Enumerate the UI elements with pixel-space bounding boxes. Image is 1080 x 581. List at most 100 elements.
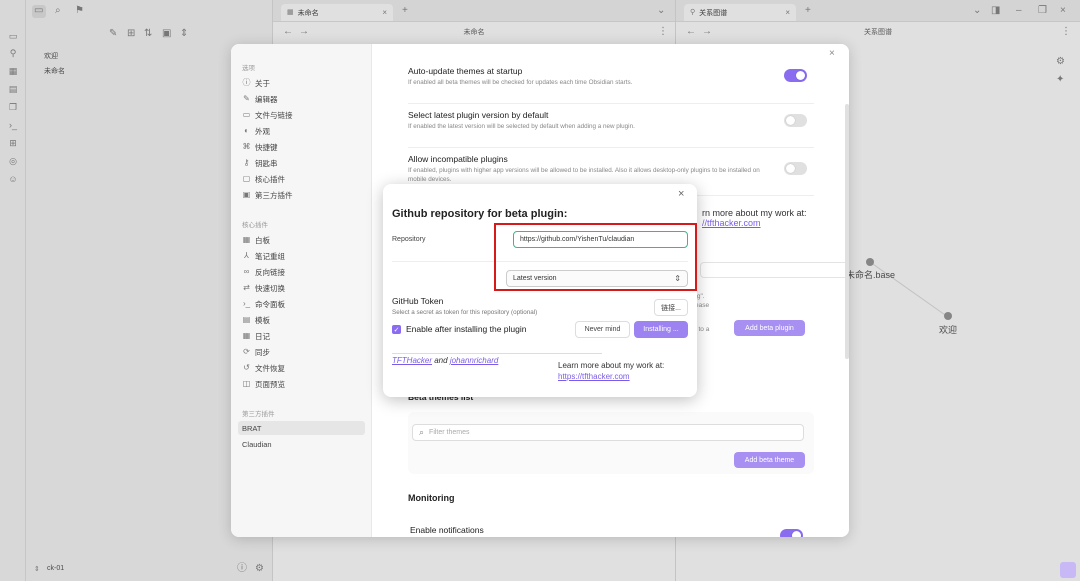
nav-item-label: 白板: [255, 235, 270, 245]
nav-item-core-plugins[interactable]: ▢ 核心插件: [241, 172, 365, 186]
nav-item-about[interactable]: ⓘ 关于: [241, 76, 365, 90]
settings-nav: 选项 ⓘ 关于 ✎ 编辑器 ▭ 文件与链接 ◐ 外观 ⌘ 快捷键 ⚷ 钥匙串 ▢ 核心插件 ▣…: [231, 44, 372, 537]
nav-item-command-palette[interactable]: ›_ 命令面板: [241, 297, 365, 311]
nav-item-canvas[interactable]: ▦ 白板: [241, 233, 365, 247]
learn-more-link[interactable]: https://tfthacker.com: [558, 372, 630, 381]
nav-item-label: 模板: [255, 315, 270, 325]
learn-more-text: Learn more about my work at:: [558, 361, 665, 370]
nav-item-keychain[interactable]: ⚷ 钥匙串: [241, 156, 365, 170]
sync-icon: ⟳: [243, 347, 250, 356]
enable-checkbox[interactable]: ✓: [392, 325, 401, 334]
nav-item-label: 日记: [255, 331, 270, 341]
switch-icon: ⇄: [243, 283, 250, 292]
nav-item-label: 同步: [255, 347, 270, 357]
filter-placeholder: Filter themes: [429, 429, 470, 436]
setting-desc: If enabled, plugins with higher app vers…: [408, 167, 760, 183]
nav-item-community-plugins[interactable]: ▣ 第三方插件: [241, 188, 365, 202]
nav-group-title: 选项: [242, 65, 255, 72]
dialog-title: Github repository for beta plugin:: [392, 208, 568, 220]
close-icon[interactable]: ×: [678, 189, 684, 200]
credit-and: and: [434, 356, 448, 365]
history-icon: ↺: [243, 363, 250, 372]
add-beta-plugin-button[interactable]: Add beta plugin: [734, 320, 805, 336]
nav-item-label: 反向链接: [255, 267, 285, 277]
nav-item-page-preview[interactable]: ◫ 页面预览: [241, 377, 365, 391]
nav-item-claudian[interactable]: Claudian: [241, 437, 365, 451]
nav-item-files-links[interactable]: ▭ 文件与链接: [241, 108, 365, 122]
nav-item-backlinks[interactable]: ∞ 反向链接: [241, 265, 365, 279]
repository-label: Repository: [392, 236, 426, 243]
nav-item-quick-switcher[interactable]: ⇄ 快速切换: [241, 281, 365, 295]
bg-learn-more: rn more about my work at:: [702, 208, 807, 218]
nav-item-label: 钥匙串: [255, 158, 278, 168]
template-icon: ▤: [242, 315, 251, 324]
add-beta-theme-button[interactable]: Add beta theme: [734, 452, 805, 468]
setting-row: Select latest plugin version by default …: [408, 110, 814, 148]
notifications-toggle[interactable]: [780, 529, 803, 537]
nav-item-label: Claudian: [242, 439, 272, 449]
setting-title: Enable notifications: [410, 525, 484, 535]
canvas-icon: ▦: [242, 235, 251, 244]
token-title: GitHub Token: [392, 296, 444, 306]
nav-item-label: 文件与链接: [255, 110, 293, 120]
footer-divider: [392, 353, 602, 354]
incompatible-toggle[interactable]: [784, 162, 807, 175]
command-icon: ⌘: [242, 142, 251, 151]
bg-input[interactable]: [700, 262, 849, 278]
search-icon: ⌕: [419, 427, 425, 437]
link-secret-button[interactable]: 链接...: [654, 299, 688, 316]
setting-row: Auto-update themes at startup If enabled…: [408, 66, 814, 104]
nav-item-templates[interactable]: ▤ 模板: [241, 313, 365, 327]
folder-icon: ▭: [242, 110, 251, 119]
bg-link-text[interactable]: //tfthacker.com: [702, 218, 761, 228]
nav-item-editor[interactable]: ✎ 编辑器: [241, 92, 365, 106]
terminal-icon: ›_: [242, 299, 251, 308]
nav-item-label: 文件恢复: [255, 363, 285, 373]
setting-title: Allow incompatible plugins: [408, 154, 508, 164]
nav-item-daily-notes[interactable]: ▦ 日记: [241, 329, 365, 343]
monitoring-heading: Monitoring: [408, 493, 455, 503]
nav-item-brat[interactable]: BRAT: [238, 421, 365, 435]
puzzle-icon: ▣: [242, 190, 251, 199]
auto-update-toggle[interactable]: [784, 69, 807, 82]
credit-link[interactable]: TFTHacker: [392, 356, 432, 365]
nav-item-label: 核心插件: [255, 174, 285, 184]
learn-more-link-text[interactable]: https://tfthacker.com: [558, 372, 630, 381]
nav-item-hotkeys[interactable]: ⌘ 快捷键: [241, 140, 365, 154]
key-icon: ⚷: [243, 158, 250, 167]
close-icon[interactable]: ×: [829, 49, 835, 59]
nav-item-label: 外观: [255, 126, 270, 136]
nav-item-appearance[interactable]: ◐ 外观: [241, 124, 365, 138]
nav-item-label: 页面预览: [255, 379, 285, 389]
credit-link[interactable]: johannrichard: [450, 356, 498, 365]
token-desc: Select a secret as token for this reposi…: [392, 309, 538, 316]
highlight-box: [494, 223, 697, 291]
scrollbar[interactable]: [845, 104, 849, 359]
nav-item-note-composer[interactable]: ⅄ 笔记重组: [241, 249, 365, 263]
link-icon: ∞: [243, 267, 250, 276]
setting-desc: If enabled the latest version will be se…: [408, 123, 635, 130]
credits: TFTHacker and johannrichard: [392, 356, 498, 365]
nav-item-sync[interactable]: ⟳ 同步: [241, 345, 365, 359]
nav-item-label: 第三方插件: [255, 190, 293, 200]
bg-link[interactable]: //tfthacker.com: [702, 218, 761, 228]
nav-item-label: 快速切换: [255, 283, 285, 293]
setting-desc: If enabled all beta themes will be check…: [408, 79, 633, 86]
nav-group-title: 核心插件: [242, 222, 268, 229]
nav-group-title: 第三方插件: [242, 411, 275, 418]
calendar-icon: ▦: [242, 331, 251, 340]
setting-title: Select latest plugin version by default: [408, 110, 549, 120]
nav-item-label: 快捷键: [255, 142, 278, 152]
latest-version-toggle[interactable]: [784, 114, 807, 127]
installing-button[interactable]: Installing ...: [634, 321, 688, 338]
palette-icon: ◐: [244, 126, 249, 135]
check-icon: ✓: [393, 326, 400, 334]
corner-badge: [1060, 562, 1076, 578]
enable-after-install-label[interactable]: Enable after installing the plugin: [406, 324, 527, 334]
plug-icon: ▢: [242, 174, 251, 183]
filter-themes-input[interactable]: ⌕ Filter themes: [412, 424, 804, 441]
nav-item-file-recovery[interactable]: ↺ 文件恢复: [241, 361, 365, 375]
pen-icon: ✎: [243, 94, 250, 103]
info-icon: ⓘ: [242, 78, 251, 87]
never-mind-button[interactable]: Never mind: [575, 321, 630, 338]
